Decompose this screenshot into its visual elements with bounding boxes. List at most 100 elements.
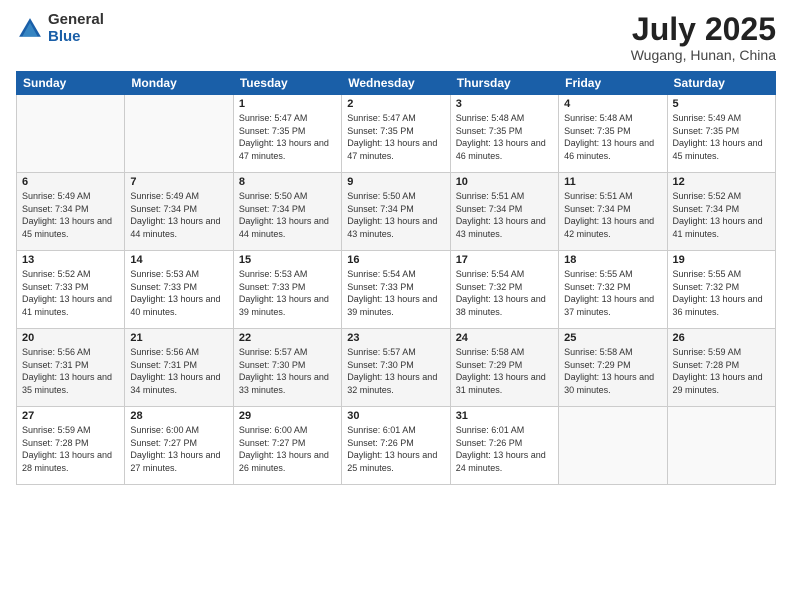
table-row: [125, 95, 233, 173]
day-info: Sunrise: 5:52 AM Sunset: 7:33 PM Dayligh…: [22, 268, 119, 318]
calendar-week-row: 1 Sunrise: 5:47 AM Sunset: 7:35 PM Daylig…: [17, 95, 776, 173]
month-title: July 2025: [631, 12, 776, 47]
day-number: 17: [456, 254, 553, 266]
day-number: 3: [456, 98, 553, 110]
day-number: 11: [564, 176, 661, 188]
day-number: 31: [456, 410, 553, 422]
table-row: 17 Sunrise: 5:54 AM Sunset: 7:32 PM Dayli…: [450, 251, 558, 329]
day-number: 2: [347, 98, 444, 110]
location: Wugang, Hunan, China: [631, 47, 776, 63]
table-row: 5Sunrise: 5:49 AM Sunset: 7:35 PM Daylig…: [667, 95, 775, 173]
day-number: 25: [564, 332, 661, 344]
table-row: 10Sunrise: 5:51 AM Sunset: 7:34 PM Dayli…: [450, 173, 558, 251]
title-block: July 2025 Wugang, Hunan, China: [631, 12, 776, 63]
day-info: Sunrise: 5:52 AM Sunset: 7:34 PM Dayligh…: [673, 190, 770, 240]
table-row: [559, 407, 667, 485]
day-number: 6: [22, 176, 119, 188]
col-monday: Monday: [125, 72, 233, 95]
day-info: Sunrise: 6:00 AM Sunset: 7:27 PM Dayligh…: [239, 424, 336, 474]
table-row: 24Sunrise: 5:58 AM Sunset: 7:29 PM Dayli…: [450, 329, 558, 407]
table-row: 16 Sunrise: 5:54 AM Sunset: 7:33 PM Dayli…: [342, 251, 450, 329]
day-number: 9: [347, 176, 444, 188]
table-row: 15 Sunrise: 5:53 AM Sunset: 7:33 PM Dayli…: [233, 251, 341, 329]
day-info: Sunrise: 5:48 AM Sunset: 7:35 PM Dayligh…: [456, 112, 553, 162]
day-number: 7: [130, 176, 227, 188]
day-info: Sunrise: 5:53 AM Sunset: 7:33 PM Dayligh…: [239, 268, 336, 318]
day-number: 14: [130, 254, 227, 266]
table-row: 25 Sunrise: 5:58 AM Sunset: 7:29 PM Dayli…: [559, 329, 667, 407]
day-info: Sunrise: 5:47 AM Sunset: 7:35 PM Dayligh…: [239, 112, 336, 162]
day-info: Sunrise: 5:51 AM Sunset: 7:34 PM Dayligh…: [564, 190, 661, 240]
day-number: 19: [673, 254, 770, 266]
day-info: Sunrise: 5:59 AM Sunset: 7:28 PM Dayligh…: [22, 424, 119, 474]
day-info: Sunrise: 5:50 AM Sunset: 7:34 PM Dayligh…: [347, 190, 444, 240]
table-row: 21Sunrise: 5:56 AM Sunset: 7:31 PM Dayli…: [125, 329, 233, 407]
table-row: 27 Sunrise: 5:59 AM Sunset: 7:28 PM Dayli…: [17, 407, 125, 485]
col-saturday: Saturday: [667, 72, 775, 95]
logo-text: General Blue: [48, 12, 104, 45]
day-number: 4: [564, 98, 661, 110]
day-number: 24: [456, 332, 553, 344]
col-thursday: Thursday: [450, 72, 558, 95]
day-number: 27: [22, 410, 119, 422]
day-number: 16: [347, 254, 444, 266]
day-number: 13: [22, 254, 119, 266]
day-info: Sunrise: 6:00 AM Sunset: 7:27 PM Dayligh…: [130, 424, 227, 474]
day-number: 18: [564, 254, 661, 266]
table-row: 12Sunrise: 5:52 AM Sunset: 7:34 PM Dayli…: [667, 173, 775, 251]
table-row: 9 Sunrise: 5:50 AM Sunset: 7:34 PM Daylig…: [342, 173, 450, 251]
table-row: 7 Sunrise: 5:49 AM Sunset: 7:34 PM Daylig…: [125, 173, 233, 251]
calendar-table: Sunday Monday Tuesday Wednesday Thursday…: [16, 71, 776, 485]
day-number: 15: [239, 254, 336, 266]
day-number: 20: [22, 332, 119, 344]
day-info: Sunrise: 5:49 AM Sunset: 7:34 PM Dayligh…: [22, 190, 119, 240]
col-wednesday: Wednesday: [342, 72, 450, 95]
day-number: 5: [673, 98, 770, 110]
day-info: Sunrise: 5:48 AM Sunset: 7:35 PM Dayligh…: [564, 112, 661, 162]
day-info: Sunrise: 5:54 AM Sunset: 7:32 PM Dayligh…: [456, 268, 553, 318]
calendar-week-row: 27 Sunrise: 5:59 AM Sunset: 7:28 PM Dayli…: [17, 407, 776, 485]
day-info: Sunrise: 5:54 AM Sunset: 7:33 PM Dayligh…: [347, 268, 444, 318]
day-info: Sunrise: 5:49 AM Sunset: 7:34 PM Dayligh…: [130, 190, 227, 240]
day-number: 28: [130, 410, 227, 422]
day-info: Sunrise: 5:57 AM Sunset: 7:30 PM Dayligh…: [347, 346, 444, 396]
table-row: [667, 407, 775, 485]
calendar-week-row: 6 Sunrise: 5:49 AM Sunset: 7:34 PM Daylig…: [17, 173, 776, 251]
day-number: 10: [456, 176, 553, 188]
table-row: 20Sunrise: 5:56 AM Sunset: 7:31 PM Dayli…: [17, 329, 125, 407]
day-number: 30: [347, 410, 444, 422]
calendar-header-row: Sunday Monday Tuesday Wednesday Thursday…: [17, 72, 776, 95]
calendar-week-row: 20Sunrise: 5:56 AM Sunset: 7:31 PM Dayli…: [17, 329, 776, 407]
day-info: Sunrise: 5:50 AM Sunset: 7:34 PM Dayligh…: [239, 190, 336, 240]
day-number: 26: [673, 332, 770, 344]
table-row: [17, 95, 125, 173]
page: General Blue July 2025 Wugang, Hunan, Ch…: [0, 0, 792, 612]
table-row: 30 Sunrise: 6:01 AM Sunset: 7:26 PM Dayli…: [342, 407, 450, 485]
day-info: Sunrise: 5:47 AM Sunset: 7:35 PM Dayligh…: [347, 112, 444, 162]
day-number: 21: [130, 332, 227, 344]
day-info: Sunrise: 5:58 AM Sunset: 7:29 PM Dayligh…: [564, 346, 661, 396]
table-row: 31 Sunrise: 6:01 AM Sunset: 7:26 PM Dayli…: [450, 407, 558, 485]
table-row: 28 Sunrise: 6:00 AM Sunset: 7:27 PM Dayli…: [125, 407, 233, 485]
table-row: 19 Sunrise: 5:55 AM Sunset: 7:32 PM Dayli…: [667, 251, 775, 329]
day-number: 23: [347, 332, 444, 344]
col-tuesday: Tuesday: [233, 72, 341, 95]
logo-blue-text: Blue: [48, 29, 104, 46]
table-row: 26 Sunrise: 5:59 AM Sunset: 7:28 PM Dayli…: [667, 329, 775, 407]
day-info: Sunrise: 6:01 AM Sunset: 7:26 PM Dayligh…: [456, 424, 553, 474]
calendar-week-row: 13 Sunrise: 5:52 AM Sunset: 7:33 PM Dayli…: [17, 251, 776, 329]
logo-icon: [16, 15, 44, 43]
logo-general-text: General: [48, 12, 104, 29]
day-info: Sunrise: 5:55 AM Sunset: 7:32 PM Dayligh…: [673, 268, 770, 318]
day-info: Sunrise: 5:59 AM Sunset: 7:28 PM Dayligh…: [673, 346, 770, 396]
day-number: 1: [239, 98, 336, 110]
day-number: 8: [239, 176, 336, 188]
day-number: 29: [239, 410, 336, 422]
table-row: 1 Sunrise: 5:47 AM Sunset: 7:35 PM Daylig…: [233, 95, 341, 173]
header: General Blue July 2025 Wugang, Hunan, Ch…: [16, 12, 776, 63]
table-row: 11 Sunrise: 5:51 AM Sunset: 7:34 PM Dayli…: [559, 173, 667, 251]
table-row: 3 Sunrise: 5:48 AM Sunset: 7:35 PM Daylig…: [450, 95, 558, 173]
day-info: Sunrise: 5:53 AM Sunset: 7:33 PM Dayligh…: [130, 268, 227, 318]
day-info: Sunrise: 6:01 AM Sunset: 7:26 PM Dayligh…: [347, 424, 444, 474]
logo: General Blue: [16, 12, 104, 45]
